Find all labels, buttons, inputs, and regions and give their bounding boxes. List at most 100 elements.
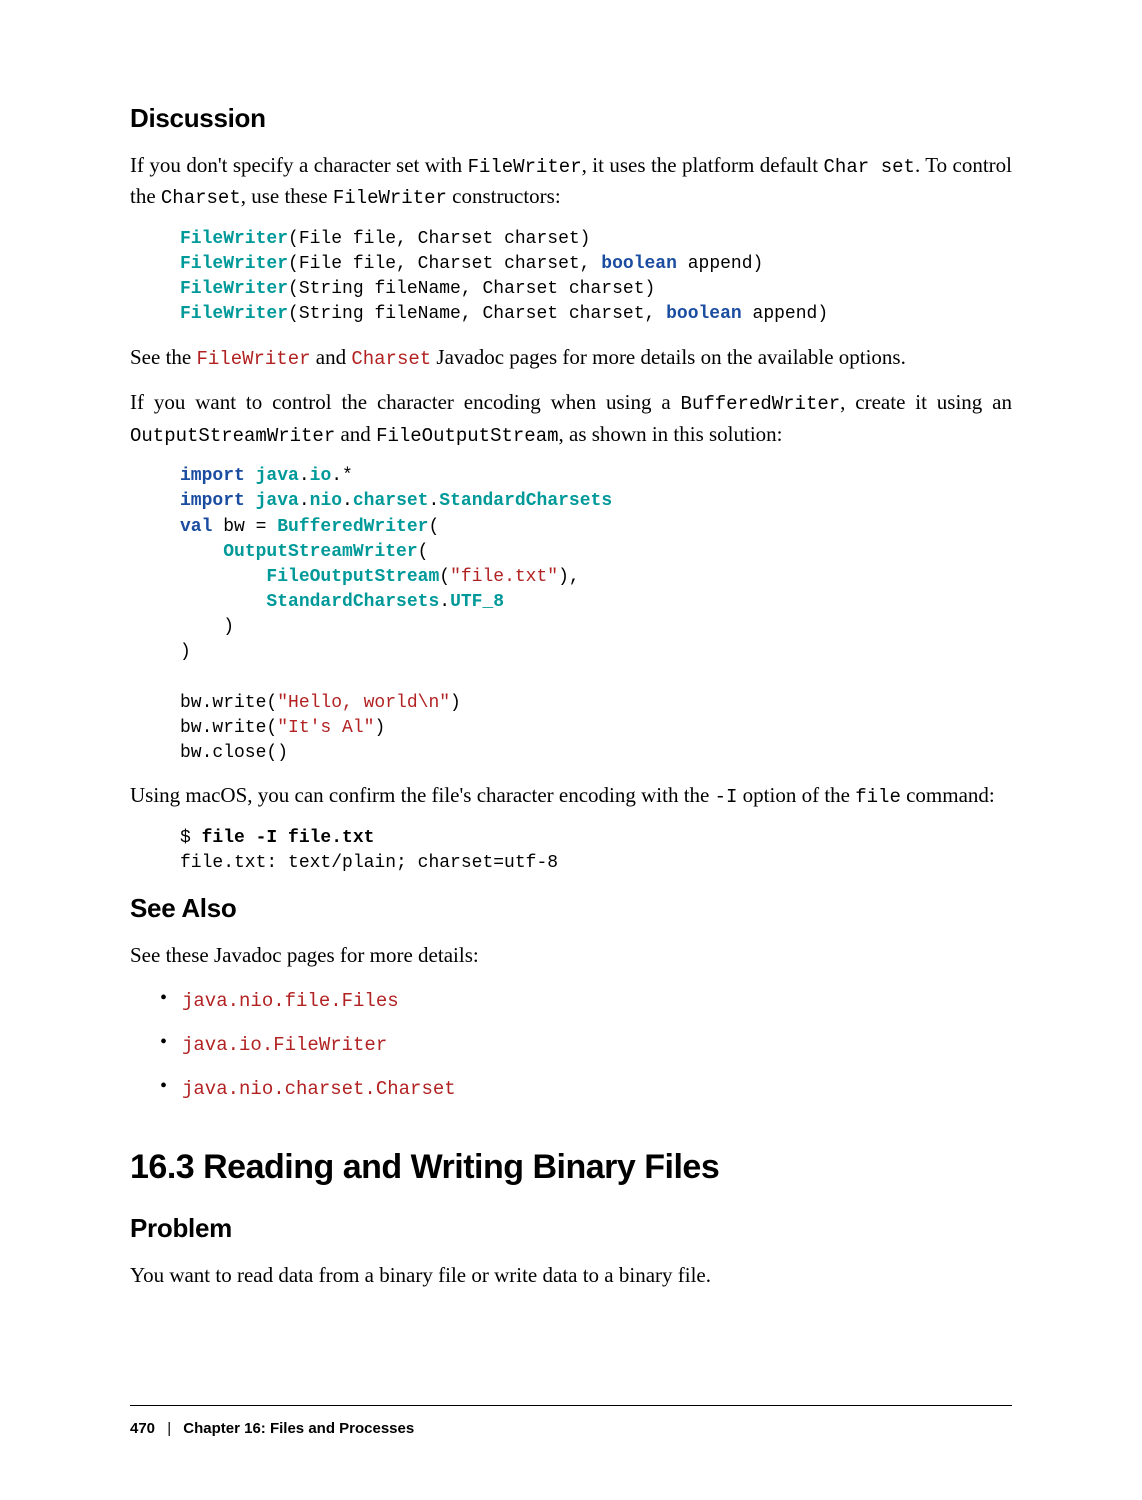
paragraph-see-also: See these Javadoc pages for more details… [130, 940, 1012, 970]
code-token: nio [310, 491, 342, 511]
list-item: java.io.FileWriter [160, 1028, 1012, 1060]
heading-see-also: See Also [130, 890, 1012, 928]
code-token: (String fileName, Charset charset) [288, 279, 655, 299]
page-footer: 470 | Chapter 16: Files and Processes [130, 1375, 1012, 1440]
code-token: .* [331, 466, 353, 486]
text: , create it using an [840, 390, 1012, 414]
paragraph-discussion-4: Using macOS, you can confirm the file's … [130, 780, 1012, 812]
code-block-bufferedwriter: import java.io.* import java.nio.charset… [180, 464, 1012, 766]
code-token: ) [180, 642, 191, 662]
inline-code: file [855, 786, 901, 808]
inline-code: FileOutputStream [376, 425, 558, 447]
text: , it uses the platform default [582, 153, 824, 177]
footer-text: 470 | Chapter 16: Files and Processes [130, 1418, 1012, 1440]
text: and [335, 422, 376, 446]
code-token: ( [428, 517, 439, 537]
code-token: FileOutputStream [266, 567, 439, 587]
list-item: java.nio.file.Files [160, 984, 1012, 1016]
paragraph-discussion-2: See the FileWriter and Charset Javadoc p… [130, 342, 1012, 374]
code-token: java [245, 491, 299, 511]
text: , as shown in this solution: [559, 422, 783, 446]
code-prompt: $ [180, 828, 202, 848]
chapter-label: Chapter 16: Files and Processes [183, 1420, 414, 1437]
code-token [180, 542, 223, 562]
inline-code: FileWriter [333, 187, 447, 209]
code-token: ( [418, 542, 429, 562]
code-token: ( [439, 567, 450, 587]
code-string: "It's Al" [277, 718, 374, 738]
heading-discussion: Discussion [130, 100, 1012, 138]
code-keyword: boolean [601, 254, 677, 274]
code-token: (File file, Charset charset) [288, 229, 590, 249]
text: See the [130, 345, 196, 369]
code-token: append) [677, 254, 763, 274]
code-token: charset [353, 491, 429, 511]
link-nio-charset[interactable]: java.nio.charset.Charset [182, 1078, 456, 1100]
code-token: UTF_8 [450, 592, 504, 612]
heading-problem: Problem [130, 1210, 1012, 1248]
code-token: . [299, 466, 310, 486]
text: option of the [737, 783, 855, 807]
inline-code: OutputStreamWriter [130, 425, 335, 447]
code-command: file -I file.txt [202, 828, 375, 848]
code-token: ) [180, 617, 234, 637]
inline-code: -I [715, 786, 738, 808]
code-token: StandardCharsets [439, 491, 612, 511]
code-token: StandardCharsets [266, 592, 439, 612]
code-keyword: import [180, 466, 245, 486]
code-token: bw = [212, 517, 277, 537]
link-io-filewriter[interactable]: java.io.FileWriter [182, 1034, 387, 1056]
code-token: . [428, 491, 439, 511]
text: and [311, 345, 352, 369]
code-token: . [299, 491, 310, 511]
code-token: bw.close() [180, 743, 288, 763]
code-token: FileWriter [180, 279, 288, 299]
code-token: FileWriter [180, 254, 288, 274]
code-token: ) [450, 693, 461, 713]
text: Using macOS, you can confirm the file's … [130, 783, 715, 807]
page-number: 470 [130, 1420, 155, 1437]
text: If you don't specify a character set wit… [130, 153, 468, 177]
code-token: ), [558, 567, 580, 587]
text: , use these [241, 184, 333, 208]
code-keyword: val [180, 517, 212, 537]
code-token: FileWriter [180, 304, 288, 324]
text: constructors: [447, 184, 561, 208]
code-string: "Hello, world\n" [277, 693, 450, 713]
heading-recipe-16-3: 16.3 Reading and Writing Binary Files [130, 1143, 1012, 1192]
code-block-constructors: FileWriter(File file, Charset charset) F… [180, 227, 1012, 328]
code-token [180, 592, 266, 612]
footer-rule [130, 1405, 1012, 1406]
inline-code: FileWriter [468, 156, 582, 178]
code-token: (File file, Charset charset, [288, 254, 601, 274]
list-item: java.nio.charset.Charset [160, 1072, 1012, 1104]
footer-separator: | [167, 1420, 171, 1437]
code-token [180, 567, 266, 587]
code-token: (String fileName, Charset charset, [288, 304, 666, 324]
code-token: ) [374, 718, 385, 738]
link-charset[interactable]: Charset [351, 348, 431, 370]
paragraph-discussion-3: If you want to control the character enc… [130, 387, 1012, 450]
code-output: file.txt: text/plain; charset=utf-8 [180, 853, 558, 873]
code-token: io [310, 466, 332, 486]
inline-code: Charset [161, 187, 241, 209]
code-token: FileWriter [180, 229, 288, 249]
code-token: bw.write( [180, 693, 277, 713]
text: If you want to control the character enc… [130, 390, 681, 414]
link-nio-files[interactable]: java.nio.file.Files [182, 990, 399, 1012]
code-token: bw.write( [180, 718, 277, 738]
paragraph-discussion-1: If you don't specify a character set wit… [130, 150, 1012, 213]
code-token: . [342, 491, 353, 511]
code-token: OutputStreamWriter [223, 542, 417, 562]
code-token: java [245, 466, 299, 486]
code-token: . [439, 592, 450, 612]
code-keyword: import [180, 491, 245, 511]
inline-code: BufferedWriter [681, 393, 841, 415]
code-block-terminal: $ file -I file.txt file.txt: text/plain;… [180, 826, 1012, 876]
inline-code: Char set [824, 156, 915, 178]
text: command: [901, 783, 995, 807]
code-string: "file.txt" [450, 567, 558, 587]
paragraph-problem: You want to read data from a binary file… [130, 1260, 1012, 1290]
see-also-list: java.nio.file.Files java.io.FileWriter j… [160, 984, 1012, 1103]
link-filewriter[interactable]: FileWriter [196, 348, 310, 370]
